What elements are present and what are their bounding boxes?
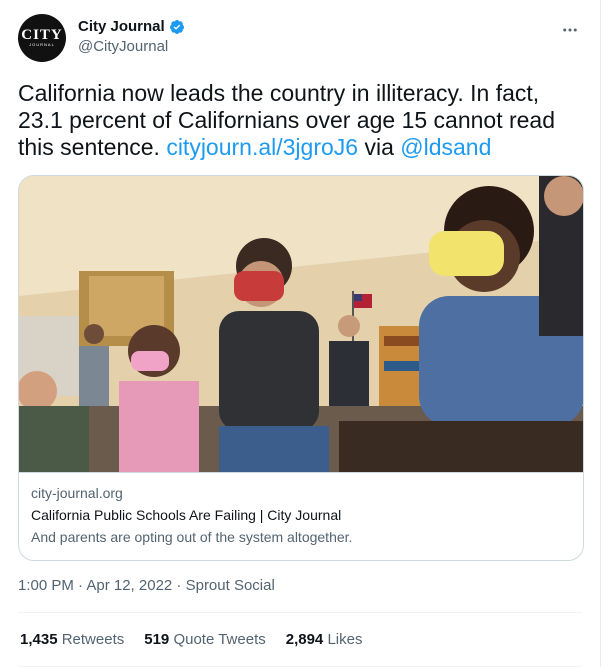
card-domain: city-journal.org bbox=[31, 485, 123, 501]
tweet-stats: 1,435 Retweets 519 Quote Tweets 2,894 Li… bbox=[20, 630, 362, 650]
card-description: And parents are opting out of the system… bbox=[31, 529, 353, 545]
classroom-photo bbox=[19, 176, 583, 472]
author-name-row: City Journal bbox=[78, 17, 185, 37]
retweets-count: 1,435 bbox=[20, 631, 58, 648]
quote-tweets-count: 519 bbox=[144, 631, 170, 648]
tweet-timestamp[interactable]: 1:00 PM · Apr 12, 2022 · Sprout Social bbox=[18, 576, 275, 596]
tweet: CITY JOURNAL City Journal @CityJournal C… bbox=[0, 0, 601, 667]
tweet-text: California now leads the country in illi… bbox=[18, 80, 578, 161]
author-names: City Journal @CityJournal bbox=[78, 17, 185, 57]
verified-badge-icon bbox=[169, 19, 185, 35]
tweet-mention[interactable]: @ldsand bbox=[400, 134, 491, 160]
tweet-via: via bbox=[358, 134, 401, 160]
retweets-label: Retweets bbox=[61, 631, 125, 648]
likes-label: Likes bbox=[327, 631, 363, 648]
more-horizontal-icon[interactable] bbox=[558, 20, 582, 40]
likes-stat[interactable]: 2,894 Likes bbox=[286, 630, 363, 650]
card-title: California Public Schools Are Failing | … bbox=[31, 507, 342, 523]
tweet-link[interactable]: cityjourn.al/3jgroJ6 bbox=[166, 134, 358, 160]
quote-tweets-label: Quote Tweets bbox=[173, 631, 266, 648]
link-card[interactable]: city-journal.org California Public Schoo… bbox=[18, 175, 584, 561]
retweets-stat[interactable]: 1,435 Retweets bbox=[20, 630, 124, 650]
avatar[interactable]: CITY JOURNAL bbox=[18, 14, 66, 62]
handle[interactable]: @CityJournal bbox=[78, 37, 185, 57]
avatar-logo-subtext: JOURNAL bbox=[29, 42, 55, 47]
avatar-logo-text: CITY bbox=[21, 27, 63, 43]
display-name[interactable]: City Journal bbox=[78, 17, 165, 37]
tweet-header: CITY JOURNAL City Journal @CityJournal bbox=[18, 14, 582, 66]
quote-tweets-stat[interactable]: 519 Quote Tweets bbox=[144, 630, 265, 650]
likes-count: 2,894 bbox=[285, 631, 324, 648]
card-meta: city-journal.org California Public Schoo… bbox=[19, 472, 583, 560]
divider bbox=[18, 612, 582, 613]
card-image[interactable] bbox=[19, 176, 583, 472]
